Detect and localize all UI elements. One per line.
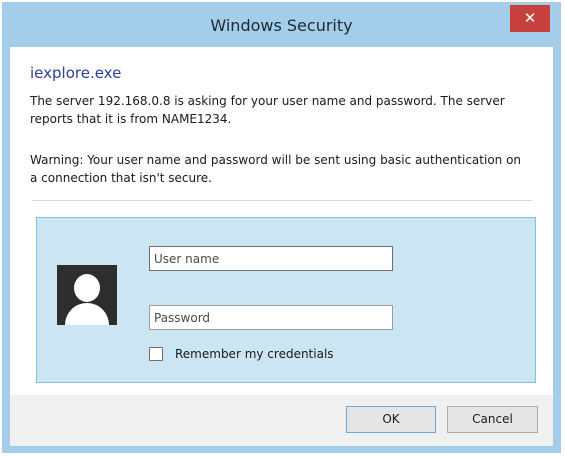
username-input[interactable] [149, 246, 393, 271]
server-message: The server 192.168.0.8 is asking for you… [30, 94, 505, 126]
remember-credentials-label[interactable]: Remember my credentials [175, 347, 334, 361]
windows-security-dialog: Windows Security ✕ iexplore.exe The serv… [2, 2, 561, 453]
credential-panel: Remember my credentials [36, 217, 536, 383]
warning-message: Warning: Your user name and password wil… [30, 153, 522, 185]
window-title: Windows Security [210, 16, 353, 35]
ok-button[interactable]: OK [346, 406, 436, 433]
close-icon: ✕ [523, 9, 537, 27]
divider [32, 200, 532, 201]
dialog-body: iexplore.exe The server 192.168.0.8 is a… [10, 47, 553, 446]
user-silhouette-icon [57, 265, 117, 325]
remember-credentials-checkbox[interactable] [149, 347, 163, 361]
avatar-head [74, 274, 100, 302]
cancel-button[interactable]: Cancel [447, 406, 538, 433]
button-bar: OK Cancel [10, 395, 553, 446]
avatar-body [65, 303, 109, 325]
close-button[interactable]: ✕ [510, 5, 550, 32]
password-input[interactable] [149, 305, 393, 330]
title-bar[interactable]: Windows Security ✕ [2, 2, 561, 46]
app-name: iexplore.exe [30, 64, 122, 82]
remember-credentials-row[interactable]: Remember my credentials [149, 345, 334, 363]
